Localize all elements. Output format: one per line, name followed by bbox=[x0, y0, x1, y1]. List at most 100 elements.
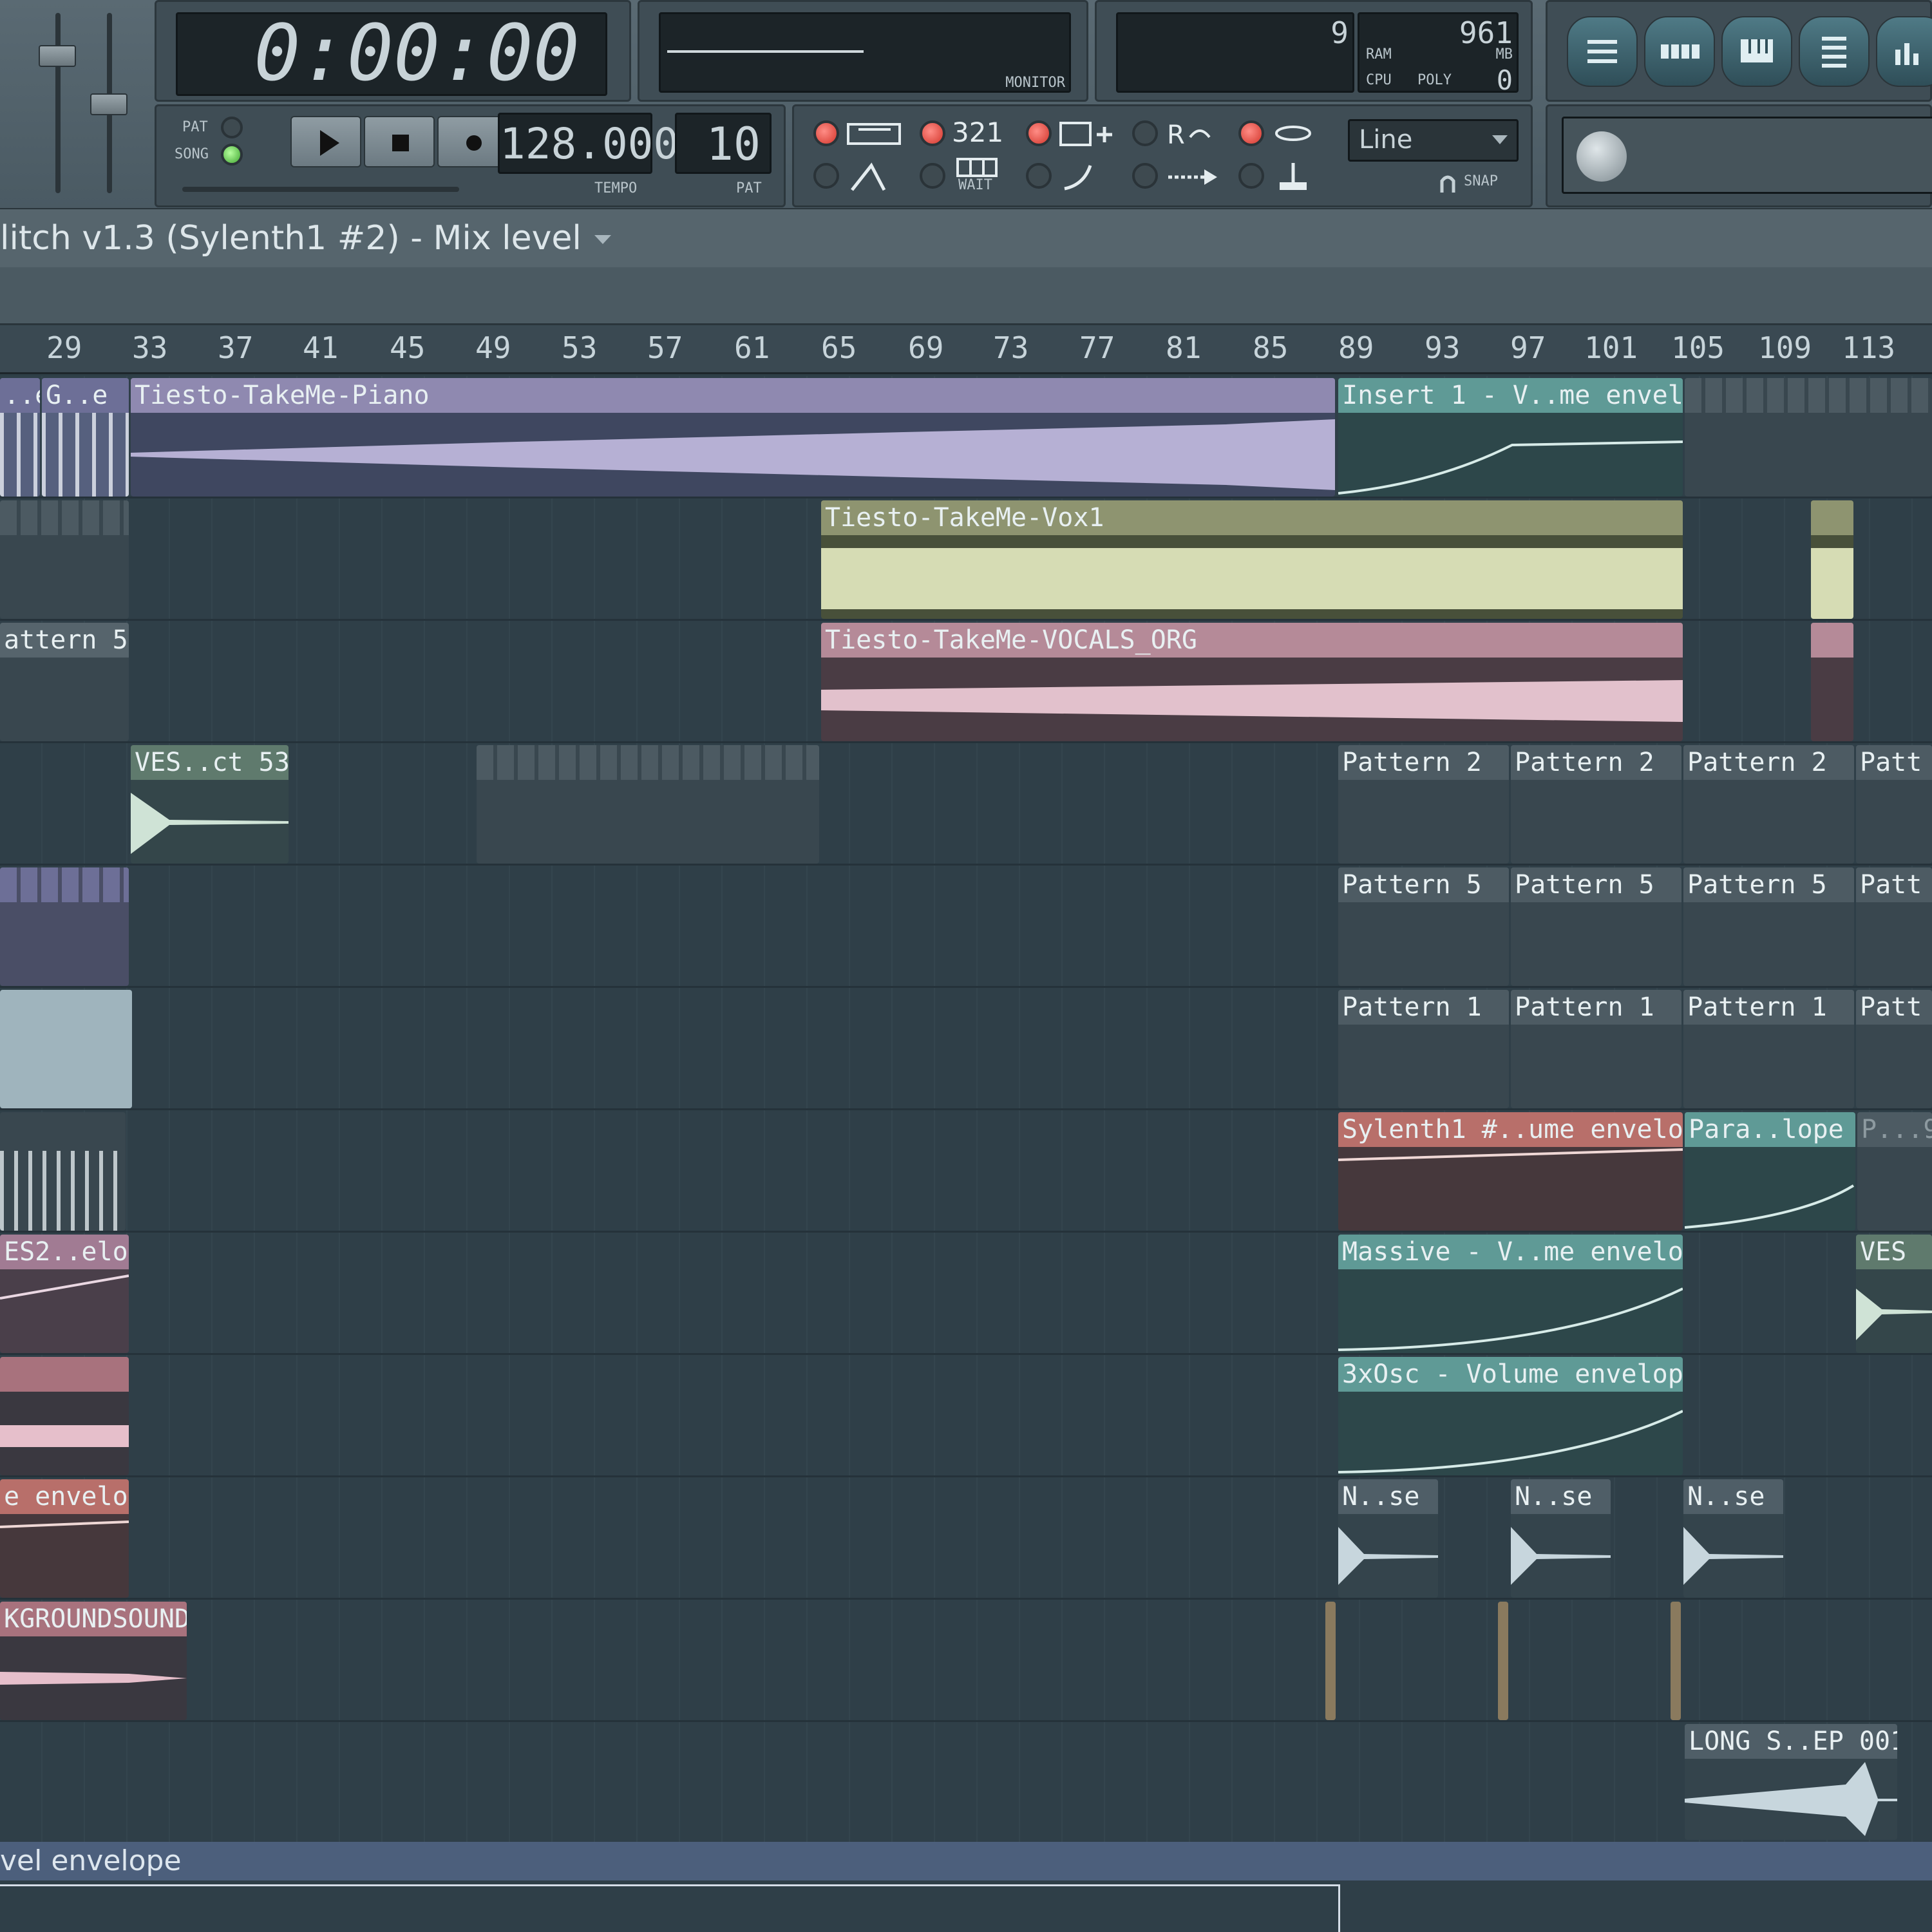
step-sequencer-window-button[interactable] bbox=[1644, 16, 1715, 87]
metronome-icon[interactable] bbox=[846, 159, 904, 195]
multilink-icon[interactable] bbox=[1271, 159, 1316, 195]
playlist-window-button[interactable] bbox=[1567, 16, 1638, 87]
clip-pattern[interactable] bbox=[0, 867, 129, 986]
clip-pattern[interactable]: attern 5 bbox=[0, 623, 129, 741]
ruler-tick: 105 bbox=[1671, 330, 1725, 365]
clip-audio-noise[interactable]: N..se bbox=[1511, 1479, 1611, 1598]
countdown-led[interactable] bbox=[920, 120, 945, 146]
clip-automation[interactable]: Para..lope bbox=[1685, 1112, 1855, 1231]
pattern-display[interactable]: 10 bbox=[675, 113, 772, 174]
clip-pattern-1[interactable]: Pattern 1 bbox=[1511, 990, 1681, 1108]
play-button[interactable] bbox=[290, 116, 361, 167]
clip-pattern[interactable] bbox=[477, 745, 819, 864]
multilink-led[interactable] bbox=[1238, 163, 1264, 189]
clip-pattern-5[interactable]: Pattern 5 bbox=[1338, 867, 1509, 986]
clip-pattern-2[interactable]: Pattern 2 bbox=[1338, 745, 1509, 864]
clip-pattern-5[interactable]: Patt bbox=[1856, 867, 1932, 986]
piano-roll-window-button[interactable] bbox=[1721, 16, 1792, 87]
clip-automation[interactable]: 3xOsc - Volume envelope bbox=[1338, 1357, 1683, 1475]
clip-pattern-1[interactable]: Patt bbox=[1856, 990, 1932, 1108]
waveform bbox=[1811, 548, 1853, 619]
clip-audio-sweep[interactable]: LONG S..EP 001 bbox=[1685, 1724, 1897, 1840]
mixer-icon bbox=[1895, 43, 1918, 65]
scroll-to-song-led[interactable] bbox=[1132, 163, 1158, 189]
blend-notes-icon[interactable] bbox=[1058, 159, 1110, 195]
clip-pattern-5[interactable]: Pattern 5 bbox=[1511, 867, 1681, 986]
memory-meter: 961 RAM MB CPU POLY 0 bbox=[1358, 12, 1519, 96]
step-edit-icon[interactable] bbox=[1058, 118, 1116, 150]
clip-envelope[interactable]: G..e bbox=[42, 378, 129, 497]
song-mode-led[interactable] bbox=[221, 144, 243, 166]
clip-audio-noise[interactable]: N..se bbox=[1683, 1479, 1783, 1598]
time-panel: 0:00:00 bbox=[155, 0, 631, 102]
track-lane-10[interactable] bbox=[0, 1477, 1932, 1600]
track-lane-12[interactable] bbox=[0, 1722, 1932, 1844]
clip-audio-noise[interactable]: N..se bbox=[1338, 1479, 1438, 1598]
blend-notes-led[interactable] bbox=[1026, 163, 1052, 189]
clip-pattern-2[interactable]: Patt bbox=[1856, 745, 1932, 864]
clip-automation[interactable]: Massive - V..me envelope bbox=[1338, 1235, 1683, 1353]
audio-record-led[interactable] bbox=[1238, 120, 1264, 146]
monitor-display[interactable]: MONITOR bbox=[659, 12, 1071, 93]
loop-record-icon[interactable]: R bbox=[1164, 118, 1222, 150]
clip-automation[interactable]: Sylenth1 #..ume envelope bbox=[1338, 1112, 1683, 1231]
clip-pattern[interactable] bbox=[1685, 378, 1932, 497]
master-volume-slider-handle[interactable] bbox=[39, 45, 76, 67]
monitor-panel: MONITOR bbox=[638, 0, 1088, 102]
typing-keyboard-icon[interactable] bbox=[846, 118, 904, 150]
chevron-down-icon[interactable] bbox=[592, 232, 614, 248]
snap-select[interactable]: Line bbox=[1348, 119, 1519, 162]
clip-audio-background[interactable]: KGROUNDSOUND bbox=[0, 1602, 187, 1720]
clip-automation[interactable]: Insert 1 - V..me envelope bbox=[1338, 378, 1683, 497]
clip-pattern[interactable] bbox=[0, 500, 129, 619]
clip-audio[interactable] bbox=[0, 1357, 129, 1475]
mix-level-envelope-body[interactable] bbox=[0, 1880, 1932, 1932]
clip-audio-sample[interactable]: VES..ct 53 bbox=[131, 745, 289, 864]
wait-label: WAIT bbox=[958, 177, 992, 193]
mix-level-envelope-clip[interactable]: vel envelope bbox=[0, 1842, 1932, 1880]
clip-audio-piano[interactable]: Tiesto-TakeMe-Piano bbox=[131, 378, 1335, 497]
clip-audio-vox[interactable] bbox=[1811, 500, 1853, 619]
pat-mode-led[interactable] bbox=[221, 117, 243, 138]
typing-keyboard-led[interactable] bbox=[813, 120, 839, 146]
clip-pattern[interactable]: P...9 bbox=[1857, 1112, 1932, 1231]
clip-automation[interactable]: ES2..elope bbox=[0, 1235, 129, 1353]
clip-envelope[interactable]: ..e bbox=[0, 378, 40, 497]
clip-pattern-5[interactable]: Pattern 5 bbox=[1683, 867, 1854, 986]
timeline-ruler[interactable]: 29 33 37 41 45 49 53 57 61 65 69 73 77 8… bbox=[0, 325, 1932, 374]
master-pitch-slider-handle[interactable] bbox=[90, 93, 128, 115]
track-lane-11[interactable] bbox=[0, 1600, 1932, 1722]
clip-audio-sample[interactable]: VES bbox=[1856, 1235, 1932, 1353]
time-display[interactable]: 0:00:00 bbox=[176, 12, 607, 96]
playlist-titlebar[interactable]: litch v1.3 (Sylenth1 #2) - Mix level bbox=[0, 209, 1932, 267]
ruler-tick: 65 bbox=[821, 330, 857, 365]
clip-label: Tiesto-TakeMe-Piano bbox=[131, 378, 1335, 413]
scroll-arrow-icon[interactable] bbox=[1164, 164, 1222, 190]
mixer-window-button[interactable] bbox=[1876, 16, 1932, 87]
clip-pattern-2[interactable]: Pattern 2 bbox=[1683, 745, 1854, 864]
wait-piano-icon bbox=[956, 158, 998, 177]
clip-audio-vocals[interactable] bbox=[1811, 623, 1853, 741]
clip-pattern-2[interactable]: Pattern 2 bbox=[1511, 745, 1681, 864]
clip-marker[interactable] bbox=[1498, 1602, 1508, 1720]
browser-window-button[interactable] bbox=[1799, 16, 1870, 87]
clip-pattern[interactable] bbox=[0, 1112, 126, 1231]
clip-pattern-1[interactable]: Pattern 1 bbox=[1338, 990, 1509, 1108]
metronome-led[interactable] bbox=[813, 163, 839, 189]
clip-pattern-1[interactable]: Pattern 1 bbox=[1683, 990, 1854, 1108]
cpu-knob[interactable] bbox=[1577, 131, 1627, 182]
stop-button[interactable] bbox=[364, 116, 435, 167]
tempo-display[interactable]: 128.000 bbox=[498, 113, 679, 174]
clip-marker[interactable] bbox=[1671, 1602, 1681, 1720]
position-slider[interactable] bbox=[182, 187, 459, 192]
clip-audio-vocals[interactable]: Tiesto-TakeMe-VOCALS_ORG bbox=[821, 623, 1683, 741]
clip-marker[interactable] bbox=[1325, 1602, 1336, 1720]
clip-automation[interactable]: e envelope bbox=[0, 1479, 129, 1598]
master-volume-slider-track[interactable] bbox=[55, 13, 61, 193]
loop-record-led[interactable] bbox=[1132, 120, 1158, 146]
step-edit-led[interactable] bbox=[1026, 120, 1052, 146]
wait-led[interactable] bbox=[920, 163, 945, 189]
clip-pattern[interactable] bbox=[0, 990, 132, 1108]
clip-audio-vox[interactable]: Tiesto-TakeMe-Vox1 bbox=[821, 500, 1683, 619]
audio-record-icon[interactable] bbox=[1271, 120, 1316, 146]
